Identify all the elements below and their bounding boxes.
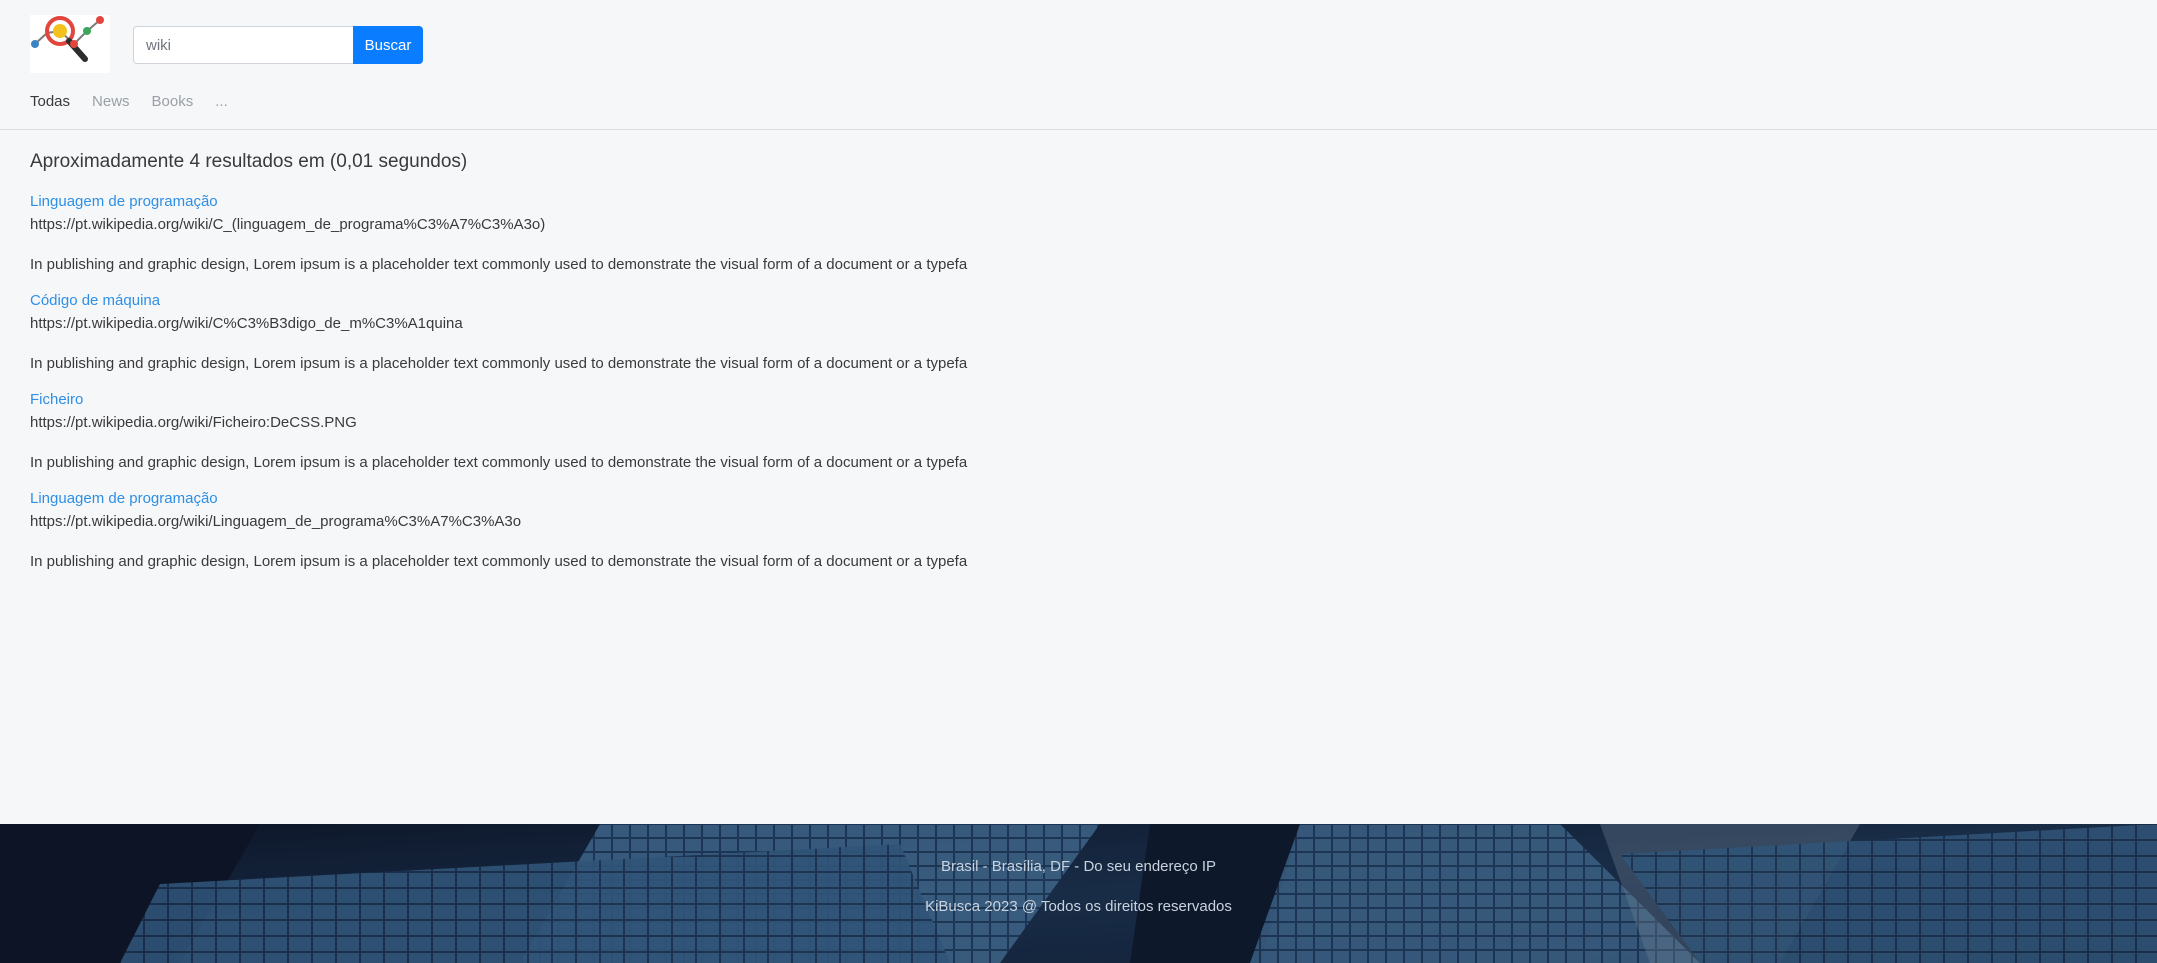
magnifier-chart-logo-icon: [30, 15, 110, 73]
result-item: Código de máquina https://pt.wikipedia.o…: [30, 290, 1230, 376]
result-item: Ficheiro https://pt.wikipedia.org/wiki/F…: [30, 389, 1230, 475]
search-input[interactable]: [133, 26, 353, 64]
result-title-link[interactable]: Código de máquina: [30, 290, 1230, 312]
result-title-link[interactable]: Ficheiro: [30, 389, 1230, 411]
results-stats: Aproximadamente 4 resultados em (0,01 se…: [30, 151, 468, 172]
result-snippet: In publishing and graphic design, Lorem …: [30, 454, 968, 471]
footer: Brasil - Brasília, DF - Do seu endereço …: [0, 824, 2157, 963]
result-title-link[interactable]: Linguagem de programação: [30, 191, 1230, 213]
header: Buscar Todas News Books ...: [0, 0, 2157, 130]
tab-books[interactable]: Books: [152, 92, 194, 112]
result-item: Linguagem de programação https://pt.wiki…: [30, 191, 1230, 277]
result-url: https://pt.wikipedia.org/wiki/Ficheiro:D…: [30, 414, 357, 431]
result-snippet: In publishing and graphic design, Lorem …: [30, 355, 968, 372]
footer-location: Brasil - Brasília, DF - Do seu endereço …: [940, 858, 1217, 875]
result-snippet: In publishing and graphic design, Lorem …: [30, 553, 968, 570]
footer-copyright: KiBusca 2023 @ Todos os direitos reserva…: [925, 898, 1232, 915]
tab-todas[interactable]: Todas: [30, 92, 70, 112]
kibusca-logo[interactable]: [30, 15, 110, 73]
result-snippet: In publishing and graphic design, Lorem …: [30, 256, 968, 273]
search-tabs: Todas News Books ...: [30, 92, 250, 112]
search-results: Aproximadamente 4 resultados em (0,01 se…: [30, 147, 1230, 587]
tab-more[interactable]: ...: [215, 92, 228, 112]
result-item: Linguagem de programação https://pt.wiki…: [30, 488, 1230, 574]
result-url: https://pt.wikipedia.org/wiki/C%C3%B3dig…: [30, 315, 463, 332]
result-url: https://pt.wikipedia.org/wiki/C_(linguag…: [30, 216, 546, 233]
result-url: https://pt.wikipedia.org/wiki/Linguagem_…: [30, 513, 522, 530]
result-title-link[interactable]: Linguagem de programação: [30, 488, 1230, 510]
tab-news[interactable]: News: [92, 92, 130, 112]
search-button[interactable]: Buscar: [353, 26, 423, 64]
footer-building-background: [0, 824, 2157, 963]
